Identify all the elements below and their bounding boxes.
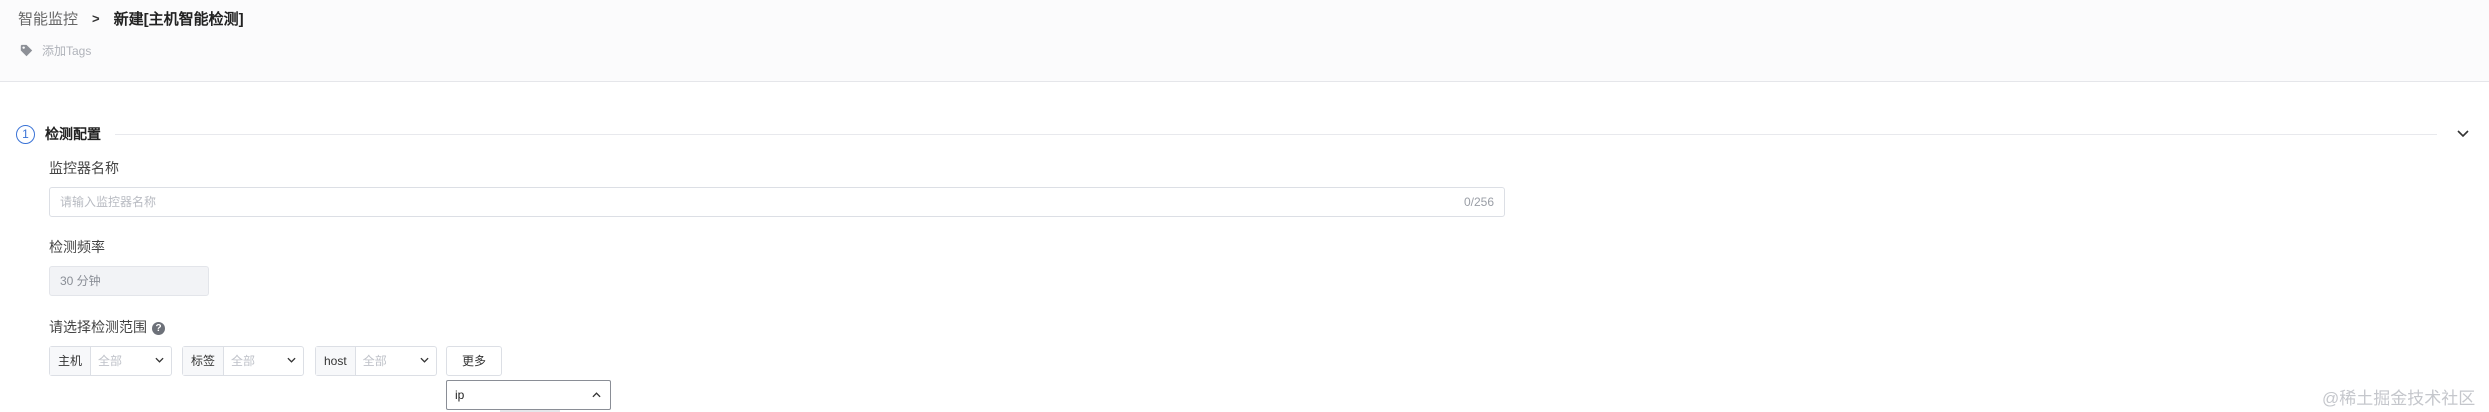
chevron-down-icon: [420, 357, 429, 363]
filter-label: 主机: [50, 347, 92, 375]
frequency-field: 30 分钟: [49, 266, 209, 296]
filter-label: host: [316, 347, 356, 375]
filter-select[interactable]: 全部: [356, 347, 436, 375]
filter-label: 标签: [183, 347, 225, 375]
scope-label-text: 请选择检测范围: [49, 319, 147, 335]
breadcrumb: 智能监控 > 新建[主机智能检测]: [18, 8, 244, 29]
char-counter: 0/256: [1463, 195, 1494, 209]
chevron-down-icon: [287, 357, 296, 363]
tag-icon: [20, 44, 33, 57]
add-tags-button[interactable]: 添加Tags: [20, 42, 91, 59]
breadcrumb-separator: >: [92, 11, 100, 26]
step-number: 1: [16, 124, 35, 144]
chevron-down-icon: [2457, 130, 2469, 138]
filter-host-machine[interactable]: 主机 全部: [49, 346, 172, 376]
monitor-name-label: 监控器名称: [49, 160, 119, 176]
watermark: @稀土掘金技术社区: [2322, 389, 2476, 408]
section-title: 检测配置: [45, 126, 101, 142]
breadcrumb-parent-link[interactable]: 智能监控: [18, 8, 78, 29]
filter-tag[interactable]: 标签 全部: [182, 346, 304, 376]
add-tags-label: 添加Tags: [42, 44, 92, 58]
question-circle-icon[interactable]: ?: [152, 322, 165, 335]
monitor-name-input[interactable]: [60, 188, 1440, 216]
chevron-up-icon: [592, 392, 601, 398]
section-header-detection-config: 1 检测配置: [16, 122, 2471, 146]
frequency-label: 检测频率: [49, 239, 105, 255]
scope-label: 请选择检测范围?: [49, 317, 165, 337]
dimension-input[interactable]: [455, 381, 575, 409]
page-title: 新建[主机智能检测]: [113, 11, 244, 28]
filter-select[interactable]: 全部: [224, 347, 303, 375]
filter-value: 全部: [231, 354, 256, 368]
filter-value: 全部: [362, 354, 387, 368]
monitor-name-field[interactable]: 0/256: [49, 187, 1505, 217]
page-header: 智能监控 > 新建[主机智能检测] 添加Tags: [0, 0, 2489, 82]
dimension-select[interactable]: [446, 380, 611, 410]
filter-host[interactable]: host 全部: [315, 346, 437, 376]
filter-select[interactable]: 全部: [91, 347, 171, 375]
collapse-button[interactable]: [2455, 126, 2471, 142]
section-divider: [115, 133, 2437, 135]
more-button[interactable]: 更多: [446, 346, 502, 376]
chevron-down-icon: [155, 357, 164, 363]
filter-value: 全部: [98, 354, 123, 368]
